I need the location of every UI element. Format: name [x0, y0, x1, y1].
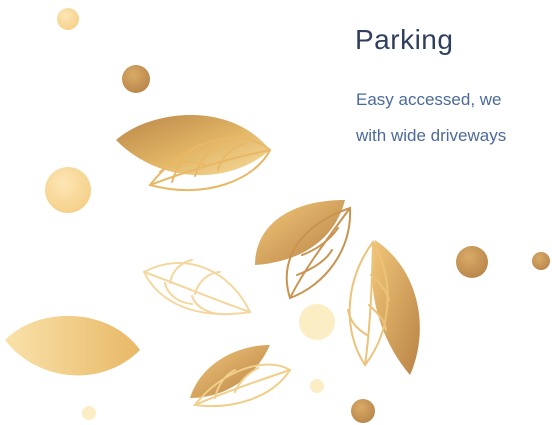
decor-dot	[310, 379, 324, 393]
decor-dot	[45, 167, 91, 213]
decor-dot	[82, 406, 96, 420]
decor-dot	[299, 304, 335, 340]
decor-dot	[351, 399, 375, 423]
feature-panel: Parking Easy accessed, we with wide driv…	[0, 0, 552, 425]
decor-leaf	[142, 259, 252, 316]
decor-dot	[57, 8, 79, 30]
feature-title: Parking	[355, 24, 454, 55]
gold-leaves-illustration	[5, 8, 550, 423]
decor-leaf	[116, 115, 270, 176]
decor-dot	[122, 65, 150, 93]
feature-description-line: with wide driveways	[356, 126, 507, 145]
feature-description: Easy accessed, we with wide driveways	[356, 82, 506, 154]
feature-description-line: Easy accessed, we	[356, 90, 502, 109]
decor-dot	[456, 246, 488, 278]
decor-leaf	[371, 240, 420, 375]
decor-leaf	[5, 315, 140, 376]
decor-dot	[532, 252, 550, 270]
